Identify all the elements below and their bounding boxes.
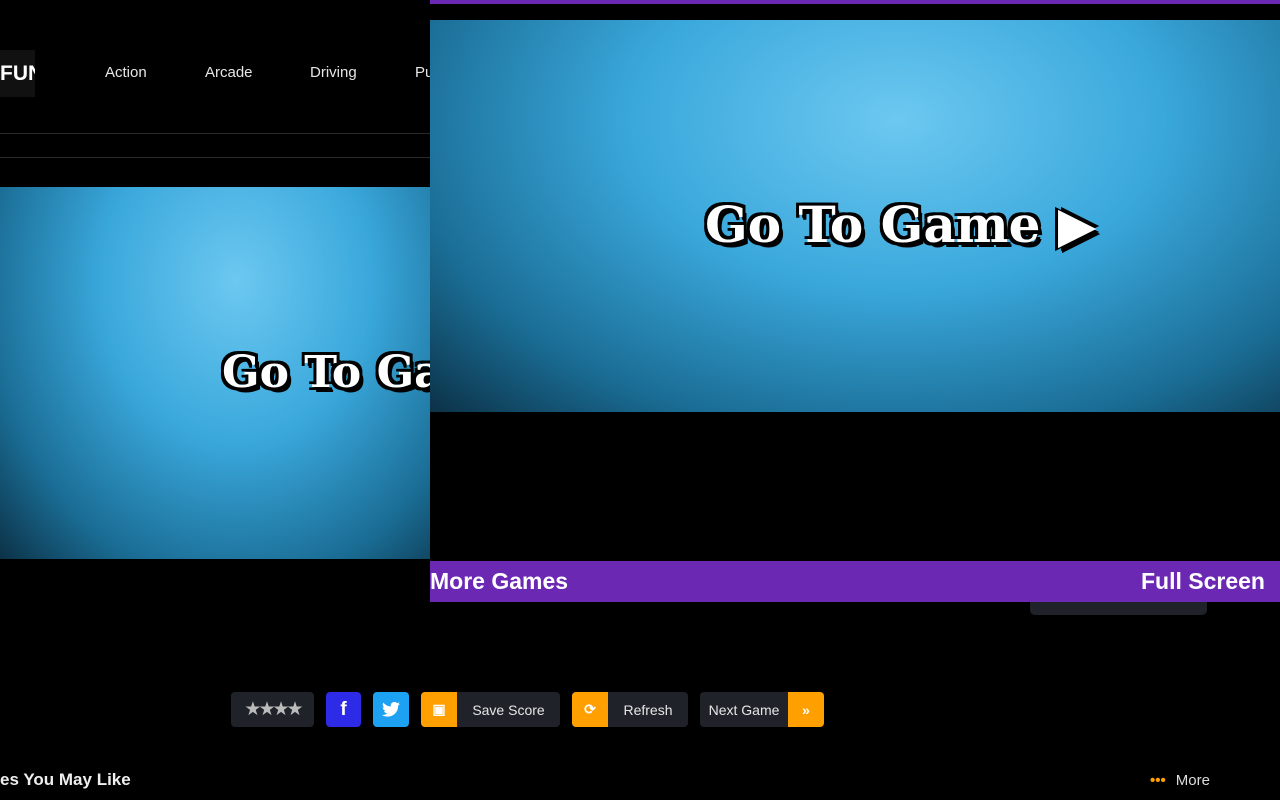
game-frame-background[interactable]: Go To Game <box>0 187 430 565</box>
divider <box>0 133 430 134</box>
nav-arcade[interactable]: Arcade <box>205 64 253 81</box>
double-chevron-right-icon: » <box>788 692 824 727</box>
related-games-heading: es You May Like <box>0 770 131 789</box>
game-overlay: Go To Game ▶ More Games Full Screen <box>430 0 1280 602</box>
refresh-label: Refresh <box>623 701 673 718</box>
nav-action[interactable]: Action <box>105 64 147 81</box>
refresh-button[interactable]: ⟳ Refresh <box>572 692 688 727</box>
site-logo[interactable]: FUN <box>0 50 35 97</box>
save-score-label: Save Score <box>472 701 545 718</box>
facebook-share-button[interactable]: f <box>326 692 361 727</box>
dots-icon: ••• <box>1150 772 1166 789</box>
overlay-bottom-bar: More Games Full Screen <box>430 561 1280 602</box>
facebook-icon: f <box>340 698 347 720</box>
more-label: More <box>1175 772 1210 789</box>
next-game-label: Next Game <box>708 701 780 718</box>
logo-text: FUN <box>0 62 35 85</box>
next-game-button[interactable]: Next Game » <box>700 692 824 727</box>
rating-stars[interactable]: ★★★★ <box>231 692 314 727</box>
full-screen-link[interactable]: Full Screen <box>1141 561 1265 602</box>
overlay-top-bar <box>430 0 1280 4</box>
grass-ground <box>430 412 1280 418</box>
nav-driving[interactable]: Driving <box>310 64 357 81</box>
floppy-disk-icon: ▣ <box>421 692 457 727</box>
go-to-game-screen[interactable]: Go To Game ▶ <box>430 20 1280 418</box>
save-score-button[interactable]: ▣ Save Score <box>421 692 560 727</box>
more-link[interactable]: ••• More <box>1150 772 1210 789</box>
go-to-game-label: Go To Game <box>705 195 1041 254</box>
go-to-game-title: Go To Game <box>222 347 430 398</box>
refresh-icon: ⟳ <box>572 692 608 727</box>
divider <box>0 157 430 158</box>
twitter-icon <box>382 702 400 717</box>
twitter-share-button[interactable] <box>373 692 409 727</box>
star-icon[interactable]: ★★★★ <box>244 698 303 721</box>
more-games-link[interactable]: More Games <box>430 561 568 602</box>
play-triangle-icon: ▶ <box>1057 195 1097 254</box>
go-to-game-button[interactable]: Go To Game ▶ <box>705 195 1096 254</box>
grass-ground <box>0 559 430 565</box>
